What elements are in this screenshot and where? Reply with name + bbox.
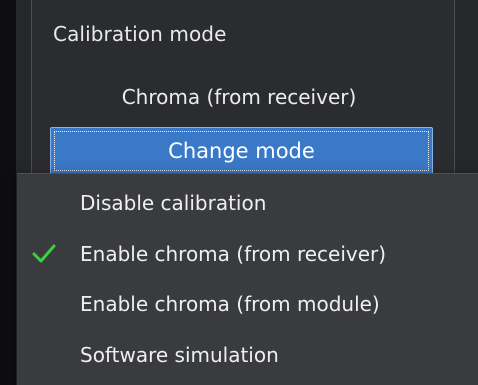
mode-dropdown-menu: Disable calibration Enable chroma (from … — [17, 173, 478, 385]
check-icon — [32, 244, 56, 263]
change-mode-button-label: Change mode — [168, 139, 315, 163]
menu-item-label: Enable chroma (from receiver) — [80, 242, 387, 266]
menu-item-disable-calibration[interactable]: Disable calibration — [17, 178, 478, 228]
current-mode-value: Chroma (from receiver) — [121, 85, 357, 109]
change-mode-button[interactable]: Change mode — [50, 127, 433, 175]
menu-item-label: Disable calibration — [80, 191, 267, 215]
menu-item-enable-chroma-receiver[interactable]: Enable chroma (from receiver) — [17, 229, 478, 279]
menu-item-software-simulation[interactable]: Software simulation — [17, 330, 478, 380]
menu-item-enable-chroma-module[interactable]: Enable chroma (from module) — [17, 279, 478, 329]
left-edge-strip — [0, 0, 16, 385]
menu-item-label: Enable chroma (from module) — [80, 292, 380, 316]
menu-item-label: Software simulation — [80, 343, 279, 367]
group-title: Calibration mode — [53, 22, 227, 46]
